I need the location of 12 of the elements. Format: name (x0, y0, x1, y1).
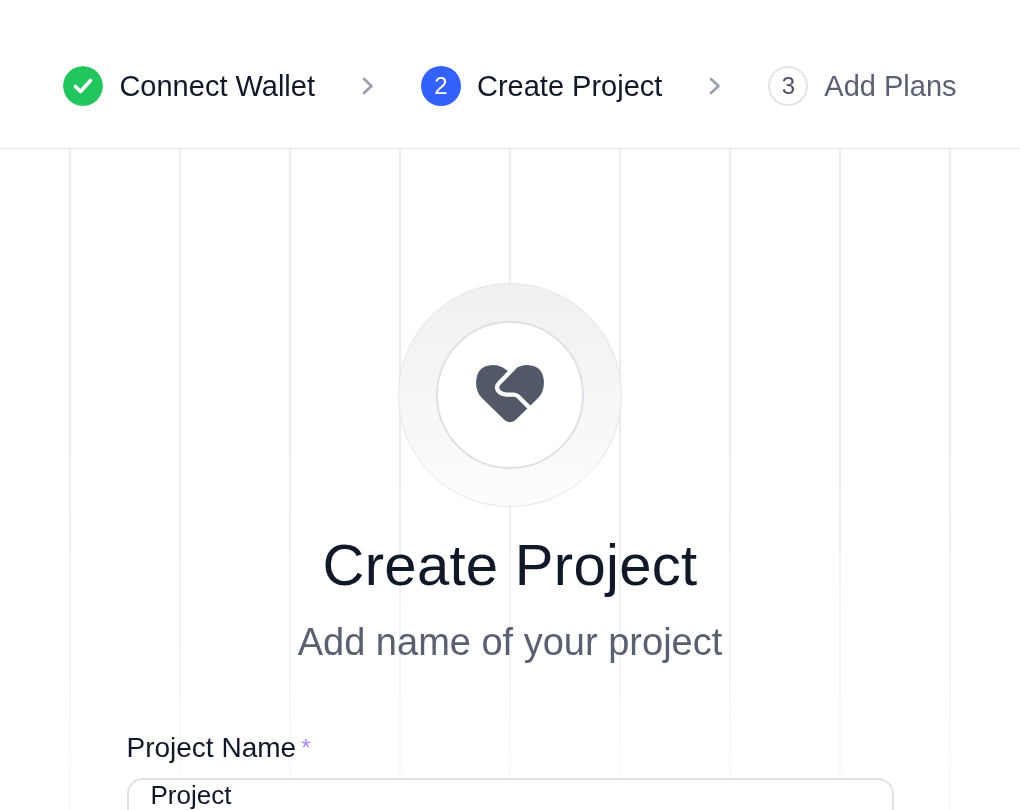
step-label: Add Plans (824, 68, 957, 104)
step-label: Connect Wallet (119, 68, 315, 104)
step-number: 2 (421, 66, 461, 106)
page-title: Create Project (322, 531, 698, 599)
step-number: 3 (768, 66, 809, 106)
project-name-field[interactable]: Project (126, 778, 894, 810)
chevron-right-icon (708, 76, 723, 96)
field-label: Project Name (126, 731, 297, 766)
page-subtitle: Add name of your project (297, 619, 723, 665)
chevron-right-icon (361, 76, 375, 96)
step-label: Create Project (477, 68, 663, 104)
required-mark: * (301, 733, 311, 764)
